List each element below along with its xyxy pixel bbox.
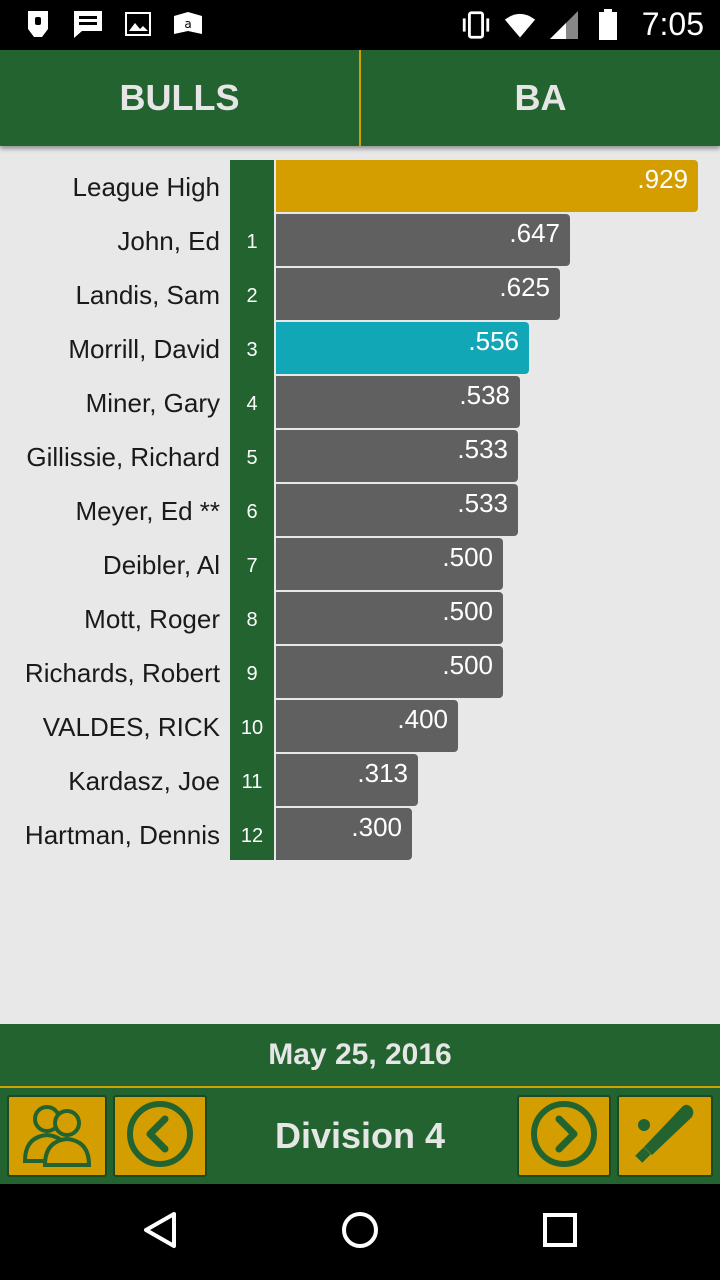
player-rank: 12 [240, 825, 264, 847]
previous-division-button[interactable] [113, 1095, 207, 1177]
player-rank: 8 [246, 609, 258, 631]
chart-row[interactable]: Landis, Sam 2 .625 [0, 268, 720, 320]
recents-button[interactable] [530, 1202, 590, 1262]
notification-icon [22, 8, 54, 40]
player-name: Meyer, Ed ** [75, 496, 220, 526]
next-division-button[interactable] [517, 1095, 611, 1177]
value-bar: .313 [276, 754, 418, 806]
chart-row[interactable]: Miner, Gary 4 .538 [0, 376, 720, 428]
chart-row[interactable]: Gillissie, Richard 5 .533 [0, 430, 720, 482]
baseball-bat-icon [630, 1099, 700, 1174]
value-bar: .538 [276, 376, 520, 428]
bar-value-label: .533 [457, 488, 508, 518]
bar-value-label: .647 [509, 218, 560, 248]
back-button[interactable] [130, 1202, 190, 1262]
bar-value-label: .556 [468, 326, 519, 356]
recents-icon [540, 1210, 580, 1255]
amazon-icon: a [172, 8, 204, 40]
chart-row[interactable]: Deibler, Al 7 .500 [0, 538, 720, 590]
bar-value-label: .500 [442, 650, 493, 680]
player-name: League High [72, 172, 220, 202]
player-rank: 9 [246, 663, 258, 685]
message-icon [72, 8, 104, 40]
chart-row[interactable]: Kardasz, Joe 11 .313 [0, 754, 720, 806]
players-icon [19, 1101, 95, 1172]
bar-value-label: .500 [442, 596, 493, 626]
value-bar: .533 [276, 430, 518, 482]
bar-value-label: .538 [459, 380, 510, 410]
status-time: 7:05 [641, 6, 704, 42]
bar-value-label: .500 [442, 542, 493, 572]
player-name: Miner, Gary [85, 388, 220, 418]
footer-bar: Division 4 [0, 1088, 720, 1184]
chart-row[interactable]: VALDES, RICK 10 .400 [0, 700, 720, 752]
value-bar: .500 [276, 646, 503, 698]
player-name: Mott, Roger [84, 604, 220, 634]
bar-value-label: .625 [499, 272, 550, 302]
bar-value-label: .929 [637, 164, 688, 194]
player-rank: 3 [246, 339, 258, 361]
chart-row[interactable]: Richards, Robert 9 .500 [0, 646, 720, 698]
player-name: Gillissie, Richard [26, 442, 220, 472]
vibrate-icon [460, 9, 492, 41]
signal-icon [548, 9, 580, 41]
player-name: Morrill, David [68, 334, 220, 364]
wifi-icon [504, 9, 536, 41]
player-name: VALDES, RICK [42, 712, 220, 742]
back-icon [140, 1210, 180, 1255]
player-rank: 6 [246, 501, 258, 523]
navigation-bar [0, 1184, 720, 1280]
chart-row[interactable]: Morrill, David 3 .556 [0, 322, 720, 374]
player-name: John, Ed [117, 226, 220, 256]
chart-row[interactable]: Hartman, Dennis 12 .300 [0, 808, 720, 860]
player-rank: 7 [246, 555, 258, 577]
bar-value-label: .300 [351, 812, 402, 842]
player-rank: 2 [246, 285, 258, 307]
chart-row[interactable]: John, Ed 1 .647 [0, 214, 720, 266]
player-name: Richards, Robert [24, 658, 220, 688]
value-bar: .500 [276, 592, 503, 644]
home-icon [340, 1210, 380, 1255]
chart-row[interactable]: League High .929 [0, 160, 720, 212]
value-bar: .300 [276, 808, 412, 860]
value-bar: .533 [276, 484, 518, 536]
stats-button[interactable] [617, 1095, 713, 1177]
player-name: Hartman, Dennis [24, 820, 220, 850]
value-bar: .400 [276, 700, 458, 752]
players-button[interactable] [7, 1095, 107, 1177]
date-label: May 25, 2016 [0, 1024, 720, 1088]
bar-value-label: .533 [457, 434, 508, 464]
value-bar: .500 [276, 538, 503, 590]
player-rank: 10 [240, 717, 264, 739]
stat-tab[interactable]: BA [361, 50, 720, 146]
batting-average-chart: League High .929 John, Ed 1 .647 Landis, Sam 2… [0, 160, 720, 860]
team-tab[interactable]: BULLS [0, 50, 359, 146]
player-rank: 1 [246, 231, 258, 253]
player-name: Landis, Sam [75, 280, 220, 310]
division-label: Division 4 [274, 1115, 446, 1156]
player-rank: 11 [241, 771, 263, 793]
chevron-left-icon [125, 1099, 195, 1174]
player-rank [230, 160, 274, 212]
chart-row[interactable]: Meyer, Ed ** 6 .533 [0, 484, 720, 536]
bar-value-label: .313 [357, 758, 408, 788]
chevron-right-icon [529, 1099, 599, 1174]
value-bar: .929 [276, 160, 698, 212]
value-bar: .647 [276, 214, 570, 266]
svg-text:a: a [184, 17, 191, 31]
home-button[interactable] [330, 1202, 390, 1262]
header-bar: BULLS BA [0, 50, 720, 146]
player-rank: 4 [246, 393, 258, 415]
player-name: Kardasz, Joe [68, 766, 220, 796]
chart-row[interactable]: Mott, Roger 8 .500 [0, 592, 720, 644]
value-bar: .556 [276, 322, 529, 374]
bar-value-label: .400 [397, 704, 448, 734]
status-bar: a 7:05 [0, 0, 720, 50]
value-bar: .625 [276, 268, 560, 320]
player-rank: 5 [246, 447, 258, 469]
player-name: Deibler, Al [102, 550, 220, 580]
battery-icon [592, 8, 624, 41]
image-icon [122, 8, 154, 40]
